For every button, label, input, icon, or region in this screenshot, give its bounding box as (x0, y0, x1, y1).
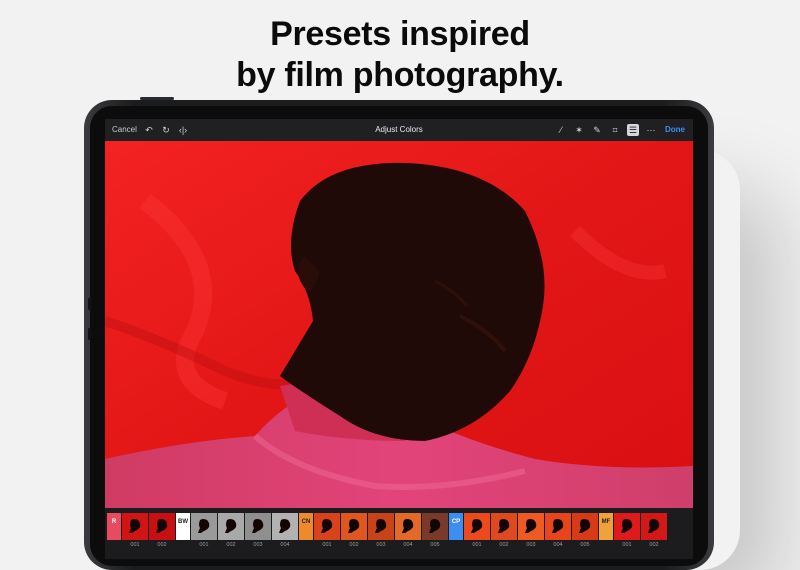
preset-group-name: CN (301, 519, 311, 525)
volume-button (88, 328, 91, 340)
preset-thumbnail[interactable] (518, 513, 544, 540)
preset-group-name: BW (178, 519, 188, 525)
preset-number: 001 (472, 542, 482, 548)
preset-group-name: R (111, 519, 117, 525)
preset-thumbnail[interactable] (572, 513, 598, 540)
thumbnail-silhouette (321, 519, 333, 533)
preset-thumbnail[interactable] (341, 513, 367, 540)
preset-group-label[interactable]: R (107, 513, 121, 540)
preset-number: 004 (280, 542, 290, 548)
thumbnail-silhouette (498, 519, 510, 533)
preset-group-name: CP (451, 519, 461, 525)
preset-thumbnail[interactable] (191, 513, 217, 540)
preset-group-name: MF (601, 519, 611, 525)
volume-button (88, 298, 91, 310)
pencil-icon[interactable]: ✎ (591, 124, 603, 136)
preset-strip: R 001 002 BW 001 002 003 004 CN 001 002 003 004 005 CP… (105, 511, 693, 551)
preset-thumbnail[interactable] (245, 513, 271, 540)
thumbnail-silhouette (429, 519, 441, 533)
preset-group-label[interactable]: MF (599, 513, 613, 540)
preset-number: 002 (499, 542, 509, 548)
preset-group-label[interactable]: CP (449, 513, 463, 540)
preset-number: 002 (226, 542, 236, 548)
preset-number: 002 (649, 542, 659, 548)
preset-thumbnail[interactable] (218, 513, 244, 540)
app-screen: Cancel ↶ ↻ ‹|› Adjust Colors ⁄ ✶ ✎ ⌗ ☰ ⋯… (105, 119, 693, 559)
more-icon[interactable]: ⋯ (645, 124, 657, 136)
magic-wand-icon[interactable]: ✶ (573, 124, 585, 136)
preset-number: 001 (622, 542, 632, 548)
thumbnail-silhouette (348, 519, 360, 533)
headline-line-1: Presets inspired (270, 15, 530, 53)
adjust-colors-icon[interactable]: ☰ (627, 124, 639, 136)
preset-thumbnail[interactable] (314, 513, 340, 540)
preset-thumbnail[interactable] (272, 513, 298, 540)
preset-number: 003 (526, 542, 536, 548)
preset-number: 002 (157, 542, 167, 548)
thumbnail-silhouette (156, 519, 168, 533)
thumbnail-silhouette (648, 519, 660, 533)
preset-number: 004 (553, 542, 563, 548)
preset-number: 005 (580, 542, 590, 548)
preset-number: 004 (403, 542, 413, 548)
thumbnail-silhouette (402, 519, 414, 533)
preset-thumbnail[interactable] (149, 513, 175, 540)
thumbnail-silhouette (225, 519, 237, 533)
preset-thumbnail[interactable] (122, 513, 148, 540)
top-toolbar: Cancel ↶ ↻ ‹|› Adjust Colors ⁄ ✶ ✎ ⌗ ☰ ⋯… (105, 119, 693, 141)
preset-number: 001 (199, 542, 209, 548)
preset-thumbnail[interactable] (614, 513, 640, 540)
preset-thumbnail[interactable] (491, 513, 517, 540)
preset-number: 002 (349, 542, 359, 548)
screen-title: Adjust Colors (375, 125, 423, 134)
brush-icon[interactable]: ⁄ (555, 124, 567, 136)
crop-icon[interactable]: ⌗ (609, 124, 621, 136)
thumbnail-silhouette (525, 519, 537, 533)
headline-line-2: by film photography. (236, 56, 564, 94)
preset-thumbnail[interactable] (422, 513, 448, 540)
thumbnail-silhouette (198, 519, 210, 533)
portrait-image (105, 141, 693, 508)
preset-thumbnail[interactable] (641, 513, 667, 540)
thumbnail-silhouette (375, 519, 387, 533)
preset-number: 003 (376, 542, 386, 548)
photo-canvas[interactable] (105, 141, 693, 508)
thumbnail-silhouette (471, 519, 483, 533)
thumbnail-silhouette (252, 519, 264, 533)
thumbnail-silhouette (621, 519, 633, 533)
preset-number: 005 (430, 542, 440, 548)
preset-thumbnail[interactable] (395, 513, 421, 540)
done-button[interactable]: Done (665, 119, 685, 141)
preset-thumbnail[interactable] (464, 513, 490, 540)
preset-number: 001 (322, 542, 332, 548)
preset-number: 003 (253, 542, 263, 548)
thumbnail-silhouette (552, 519, 564, 533)
thumbnail-silhouette (579, 519, 591, 533)
top-button (140, 97, 174, 100)
preset-group-label[interactable]: BW (176, 513, 190, 540)
thumbnail-silhouette (279, 519, 291, 533)
preset-thumbnail[interactable] (545, 513, 571, 540)
preset-number: 001 (130, 542, 140, 548)
preset-thumbnail[interactable] (368, 513, 394, 540)
thumbnail-silhouette (129, 519, 141, 533)
preset-group-label[interactable]: CN (299, 513, 313, 540)
